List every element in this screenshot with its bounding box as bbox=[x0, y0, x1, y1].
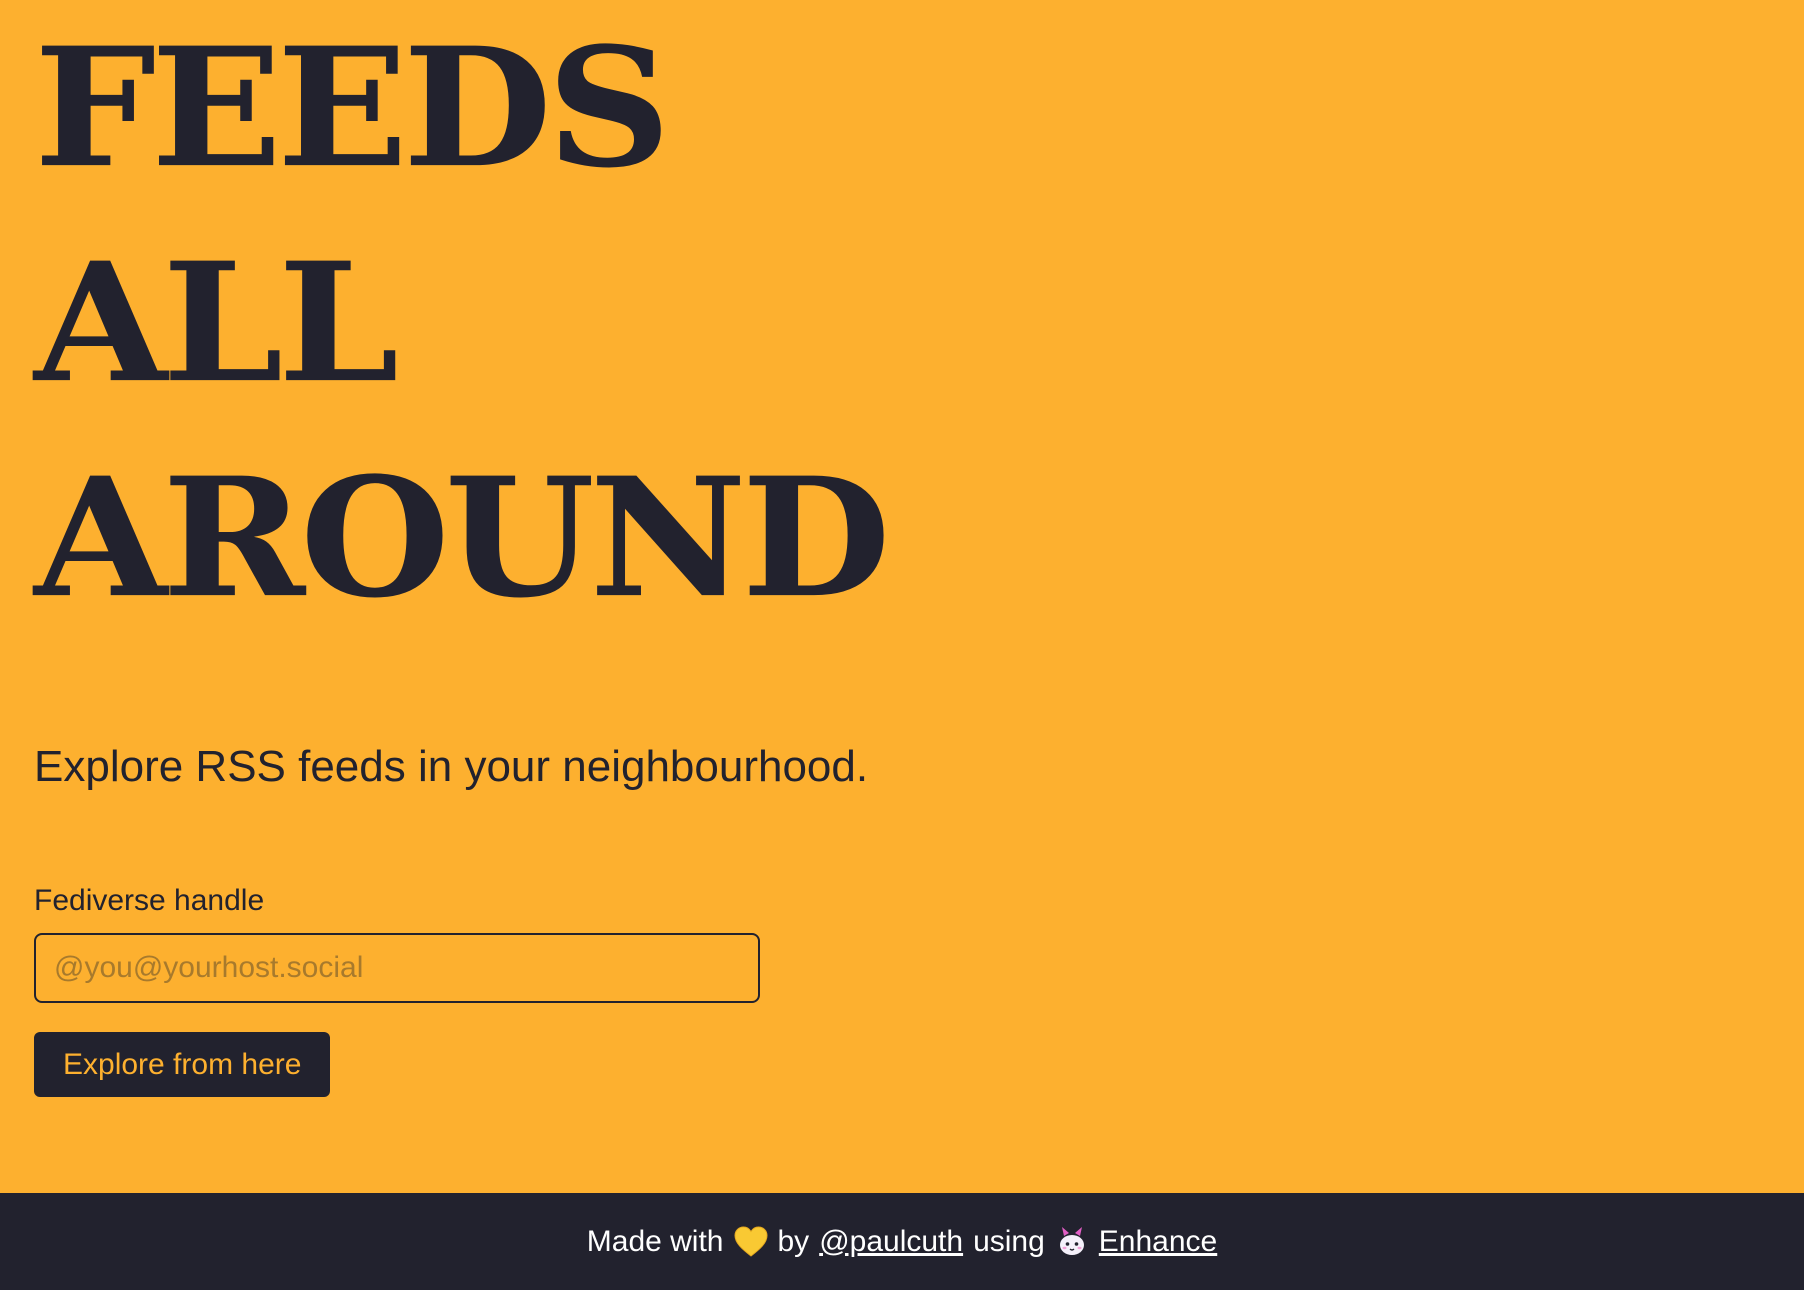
enhance-logo-icon bbox=[1059, 1226, 1084, 1255]
title-line-1: FEEDS bbox=[34, 11, 671, 205]
yellow-heart-icon bbox=[733, 1225, 768, 1257]
page: FEEDS ALL AROUND Explore RSS feeds in yo… bbox=[0, 0, 1804, 1290]
author-link[interactable]: @paulcuth bbox=[819, 1225, 963, 1259]
main-section: FEEDS ALL AROUND Explore RSS feeds in yo… bbox=[0, 0, 1804, 1193]
footer-using: using bbox=[973, 1224, 1045, 1258]
explore-button[interactable]: Explore from here bbox=[34, 1032, 331, 1097]
footer-made-with: Made with bbox=[586, 1224, 724, 1258]
fediverse-handle-label: Fediverse handle bbox=[34, 884, 265, 917]
enhance-link[interactable]: Enhance bbox=[1099, 1225, 1217, 1259]
footer: Made with by @paulcuth using Enhance bbox=[0, 1193, 1804, 1290]
tagline: Explore RSS feeds in your neighbourhood. bbox=[34, 742, 869, 791]
page-title: FEEDS ALL AROUND bbox=[34, 20, 1024, 665]
fediverse-handle-input[interactable] bbox=[34, 933, 760, 1003]
title-line-2: ALL bbox=[34, 226, 399, 420]
footer-by: by bbox=[777, 1224, 810, 1258]
title-line-3: AROUND bbox=[34, 441, 891, 635]
